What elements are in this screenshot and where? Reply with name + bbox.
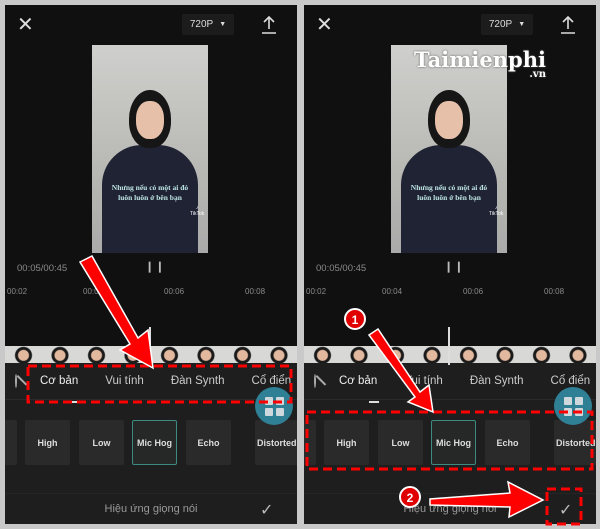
effect-mic-hog[interactable]: Mic Hog	[132, 420, 177, 465]
editor-screen-left: ✕ 720P ▼ Nhưng nếu có một ai đó luôn luôn …	[5, 5, 297, 524]
tab-vui-tinh[interactable]: Vui tính	[105, 375, 144, 387]
no-effect-icon[interactable]	[15, 374, 17, 388]
close-icon[interactable]: ✕	[17, 15, 34, 35]
effect-tile-partial[interactable]	[304, 420, 316, 465]
tab-co-ban[interactable]: Cơ bản	[339, 375, 377, 387]
sheet-title: Hiệu ứng giọng nói	[104, 503, 198, 515]
pause-icon[interactable]: ❙❙	[444, 260, 464, 273]
editor-screen-right: ✕ 720P ▼ Nhưng nếu có một ai đó luôn luôn …	[304, 5, 596, 524]
active-tab-indicator	[70, 401, 80, 403]
effect-echo[interactable]: Echo	[186, 420, 231, 465]
effect-category-tabs: Cơ bản Vui tính Đàn Synth Cổ điển	[5, 363, 297, 400]
ruler-tick: 00:06	[463, 287, 484, 296]
resolution-value: 720P	[488, 19, 513, 30]
tab-dan-synth[interactable]: Đàn Synth	[171, 375, 225, 387]
effect-high[interactable]: High	[324, 420, 369, 465]
effect-high[interactable]: High	[25, 420, 70, 465]
playback-time: 00:05/00:45	[17, 263, 68, 274]
video-filmstrip[interactable]	[304, 346, 596, 363]
timeline-ruler[interactable]: 00:02 00:04 00:06 00:08	[5, 287, 297, 299]
video-figure-face	[136, 101, 164, 139]
ruler-tick: 00:02	[7, 287, 28, 296]
effect-tile-partial[interactable]	[5, 420, 17, 465]
effect-category-tabs: Cơ bản Vui tính Đàn Synth Cổ điển	[304, 363, 596, 400]
close-icon[interactable]: ✕	[316, 15, 333, 35]
tab-co-dien[interactable]: Cổ điển	[551, 375, 591, 387]
video-preview[interactable]: Nhưng nếu có một ai đó luôn luôn ở bên bạ…	[92, 45, 208, 253]
ruler-tick: 00:02	[306, 287, 327, 296]
effect-echo[interactable]: Echo	[485, 420, 530, 465]
video-caption: Nhưng nếu có một ai đó luôn luôn ở bên bạ…	[410, 183, 488, 202]
apps-grid-button[interactable]	[255, 387, 293, 425]
effect-mic-hog[interactable]: Mic Hog	[431, 420, 476, 465]
watermark-logo: Taimienphi .vn	[414, 47, 546, 80]
tiktok-logo: ♪ TikTok	[190, 205, 205, 217]
tab-co-ban[interactable]: Cơ bản	[40, 375, 78, 387]
ruler-tick: 00:08	[544, 287, 565, 296]
tab-vui-tinh[interactable]: Vui tính	[404, 375, 443, 387]
pause-icon[interactable]: ❙❙	[145, 260, 165, 273]
apps-grid-button[interactable]	[554, 387, 592, 425]
upload-icon[interactable]	[560, 15, 576, 35]
upload-icon[interactable]	[261, 15, 277, 35]
effect-low[interactable]: Low	[378, 420, 423, 465]
confirm-check-icon[interactable]: ✓	[559, 500, 572, 520]
ruler-tick: 00:06	[164, 287, 185, 296]
tab-co-dien[interactable]: Cổ điển	[252, 375, 292, 387]
video-filmstrip[interactable]	[5, 346, 297, 363]
ruler-tick: 00:04	[382, 287, 403, 296]
ruler-tick: 00:08	[245, 287, 266, 296]
resolution-dropdown[interactable]: 720P ▼	[182, 14, 234, 35]
confirm-check-icon[interactable]: ✓	[260, 500, 273, 520]
active-tab-indicator	[369, 401, 379, 403]
effect-distorted[interactable]: Distorted	[255, 420, 297, 465]
voice-effects-sheet: Cơ bản Vui tính Đàn Synth Cổ điển High L…	[304, 363, 596, 524]
video-figure-face	[435, 101, 463, 139]
playhead[interactable]	[149, 327, 151, 365]
bottom-bar: Hiệu ứng giọng nói ✓	[5, 493, 297, 524]
resolution-value: 720P	[189, 19, 214, 30]
playhead[interactable]	[448, 327, 450, 365]
sheet-title: Hiệu ứng giọng nói	[403, 503, 497, 515]
voice-effects-sheet: Cơ bản Vui tính Đàn Synth Cổ điển High L…	[5, 363, 297, 524]
tiktok-logo: ♪ TikTok	[489, 205, 504, 217]
video-preview[interactable]: Nhưng nếu có một ai đó luôn luôn ở bên bạ…	[391, 45, 507, 253]
tab-dan-synth[interactable]: Đàn Synth	[470, 375, 524, 387]
no-effect-icon[interactable]	[314, 374, 316, 388]
effect-distorted[interactable]: Distorted	[554, 420, 596, 465]
resolution-dropdown[interactable]: 720P ▼	[481, 14, 533, 35]
caret-down-icon: ▼	[518, 21, 526, 28]
video-caption: Nhưng nếu có một ai đó luôn luôn ở bên bạ…	[111, 183, 189, 202]
effect-low[interactable]: Low	[79, 420, 124, 465]
ruler-tick: 00:04	[83, 287, 104, 296]
playback-time: 00:05/00:45	[316, 263, 367, 274]
caret-down-icon: ▼	[219, 21, 227, 28]
timeline-ruler[interactable]: 00:02 00:04 00:06 00:08	[304, 287, 596, 299]
bottom-bar: Hiệu ứng giọng nói ✓	[304, 493, 596, 524]
